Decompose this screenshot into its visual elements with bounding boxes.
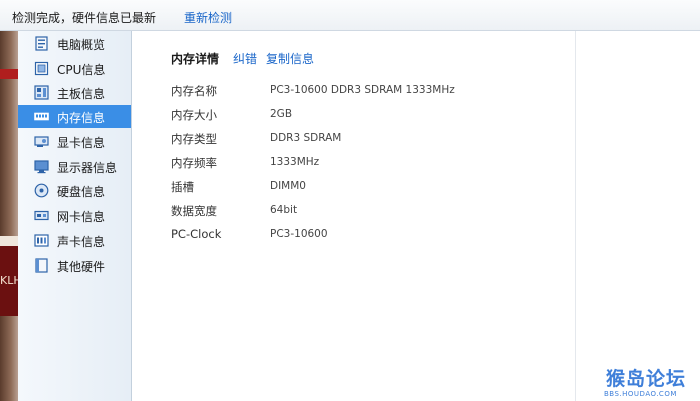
sidebar-item-label: 显卡信息 bbox=[57, 136, 106, 150]
sidebar-item-motherboard[interactable]: 主板信息 bbox=[18, 81, 131, 104]
data-width-label: 数据宽度 bbox=[171, 204, 217, 218]
sidebar-item-other[interactable]: 其他硬件 bbox=[18, 254, 131, 277]
pc-clock-label: PC-Clock bbox=[171, 227, 222, 241]
sidebar-item-monitor[interactable]: 显示器信息 bbox=[18, 155, 131, 178]
sidebar-item-label: 网卡信息 bbox=[57, 210, 106, 224]
hard-disk-icon bbox=[34, 183, 49, 198]
sidebar-item-label: 内存信息 bbox=[57, 111, 106, 125]
memory-detail-panel: 内存详情 纠错 复制信息 内存名称 PC3-10600 DDR3 SDRAM 1… bbox=[132, 31, 575, 401]
sidebar-item-network[interactable]: 网卡信息 bbox=[18, 204, 131, 227]
sidebar-item-graphics[interactable]: 显卡信息 bbox=[18, 130, 131, 153]
graphics-card-icon bbox=[34, 136, 49, 147]
copy-info-link[interactable]: 复制信息 bbox=[266, 50, 314, 67]
memory-name-value: PC3-10600 DDR3 SDRAM 1333MHz bbox=[270, 84, 455, 96]
sidebar-item-overview[interactable]: 电脑概览 bbox=[18, 32, 131, 55]
sidebar-item-label: 电脑概览 bbox=[57, 38, 106, 52]
background-decoration bbox=[0, 69, 18, 79]
memory-size-value: 2GB bbox=[270, 108, 293, 120]
sidebar-item-label: 主板信息 bbox=[57, 87, 106, 101]
memory-icon bbox=[34, 112, 49, 121]
memory-frequency-value: 1333MHz bbox=[270, 156, 320, 168]
sidebar-item-label: 声卡信息 bbox=[57, 235, 106, 249]
background-image-strip: KLH bbox=[0, 31, 22, 401]
pc-clock-value: PC3-10600 bbox=[270, 228, 328, 240]
sidebar-item-sound[interactable]: 声卡信息 bbox=[18, 229, 131, 252]
rescan-link[interactable]: 重新检测 bbox=[184, 9, 232, 26]
memory-frequency-label: 内存频率 bbox=[171, 156, 217, 170]
memory-type-label: 内存类型 bbox=[171, 132, 217, 146]
right-pane bbox=[576, 31, 700, 401]
sound-card-icon bbox=[34, 234, 49, 247]
memory-size-label: 内存大小 bbox=[171, 108, 217, 122]
memory-type-value: DDR3 SDRAM bbox=[270, 132, 342, 144]
sidebar-item-hard-disk[interactable]: 硬盘信息 bbox=[18, 179, 131, 202]
correct-link[interactable]: 纠错 bbox=[233, 50, 257, 67]
cpu-icon bbox=[34, 61, 49, 76]
sidebar-item-label: 硬盘信息 bbox=[57, 185, 106, 199]
data-width-value: 64bit bbox=[270, 204, 298, 216]
sidebar-item-memory[interactable]: 内存信息 bbox=[18, 105, 131, 128]
other-hardware-icon bbox=[35, 258, 48, 273]
memory-name-label: 内存名称 bbox=[171, 84, 217, 98]
sidebar-item-label: 其他硬件 bbox=[57, 260, 106, 274]
slot-value: DIMM0 bbox=[270, 180, 306, 192]
network-card-icon bbox=[34, 210, 49, 221]
page-title: 内存详情 bbox=[171, 52, 220, 66]
monitor-icon bbox=[34, 160, 49, 174]
computer-icon bbox=[35, 36, 48, 51]
background-decoration bbox=[0, 236, 18, 246]
watermark-url: BBS.HOUDAO.COM bbox=[604, 390, 677, 398]
sidebar-item-cpu[interactable]: CPU信息 bbox=[18, 57, 131, 80]
sidebar: 电脑概览 CPU信息 主板信息 内存信息 显卡信息 显示器信息 硬盘信息 网卡信… bbox=[18, 31, 132, 401]
sidebar-item-label: 显示器信息 bbox=[57, 161, 118, 175]
sidebar-item-label: CPU信息 bbox=[57, 63, 106, 77]
status-bar: 检测完成，硬件信息已最新 重新检测 bbox=[0, 0, 700, 31]
slot-label: 插槽 bbox=[171, 180, 194, 194]
watermark: 猴岛论坛 bbox=[606, 368, 687, 390]
status-text: 检测完成，硬件信息已最新 bbox=[12, 11, 157, 25]
motherboard-icon bbox=[34, 85, 49, 100]
